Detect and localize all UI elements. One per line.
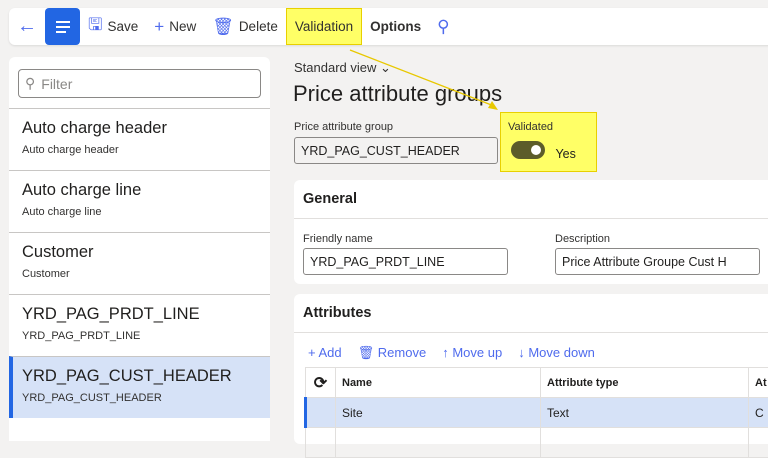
list-item-title: Customer [22,243,257,262]
list-item-selected[interactable]: YRD_PAG_CUST_HEADER YRD_PAG_CUST_HEADER [9,356,270,418]
list-item-title: YRD_PAG_PRDT_LINE [22,305,257,324]
remove-label: Remove [378,345,426,360]
save-icon: 🖫 [88,12,102,41]
list-item-title: YRD_PAG_CUST_HEADER [22,367,257,386]
move-down-button[interactable]: ↓ Move down [518,345,595,361]
cell-name[interactable]: Site [336,398,541,428]
menu-button[interactable] [45,8,80,45]
view-label: Standard view [294,60,376,75]
description-input[interactable]: Price Attribute Groupe Cust H [555,248,760,275]
list-item-title: Auto charge line [22,181,257,200]
attributes-section: Attributes + Add 🗑 Remove ↑ Move up ↓ Mo… [294,294,768,444]
add-button[interactable]: + Add [308,345,342,361]
cell-attribute-type[interactable]: Text [541,398,749,428]
list-panel: ⚲Filter Auto charge headerAuto charge he… [9,57,270,441]
search-icon: ⚲ [437,17,449,37]
new-button[interactable]: + New [146,8,204,45]
search-icon: ⚲ [25,75,35,92]
options-label: Options [370,19,421,34]
filter-input[interactable]: ⚲ Filter [18,69,261,98]
new-label: New [169,19,196,34]
search-button[interactable]: ⚲ [429,8,457,45]
column-header-attribute-type[interactable]: Attribute type [541,368,749,398]
row-selector[interactable] [306,398,336,428]
section-title[interactable]: General [294,180,768,219]
arrow-up-icon: ↑ [442,345,449,360]
refresh-icon[interactable]: ⟳ [306,368,336,398]
general-section: General Friendly name YRD_PAG_PRDT_LINE … [294,180,768,284]
move-up-label: Move up [452,345,502,360]
attributes-grid: ⟳ Name Attribute type At Site Text C [304,367,768,458]
back-button[interactable]: ← [9,8,45,45]
list-item-subtitle: YRD_PAG_CUST_HEADER [22,392,257,404]
view-selector[interactable]: Standard view ⌄ [294,60,391,76]
move-up-button[interactable]: ↑ Move up [442,345,502,361]
list-item-subtitle: Customer [22,268,257,280]
list-item-subtitle: Auto charge header [22,144,257,156]
list-item-subtitle: YRD_PAG_PRDT_LINE [22,330,257,342]
plus-icon: + [308,345,316,360]
field-label: Description [555,233,760,245]
plus-icon: + [154,17,164,37]
save-label: Save [107,19,138,34]
save-button[interactable]: 🖫 Save [80,8,146,45]
list-item[interactable]: Customer Customer [9,232,270,294]
page-title: Price attribute groups [293,81,502,107]
options-tab[interactable]: Options [362,8,429,45]
section-title[interactable]: Attributes [294,294,768,333]
table-header: ⟳ Name Attribute type At [306,368,768,398]
list-item-subtitle: Auto charge line [22,206,257,218]
toggle-value: Yes [555,147,575,161]
list-item[interactable]: Auto charge line Auto charge line [9,170,270,232]
friendly-name-input[interactable]: YRD_PAG_PRDT_LINE [303,248,508,275]
column-header-name[interactable]: Name [336,368,541,398]
list-item[interactable]: Auto charge header Auto charge header [9,108,270,170]
toolbar: ← 🖫Save +New 🗑Delete Validation Options … [9,8,768,45]
trash-icon: 🗑 [212,17,234,37]
cell-truncated[interactable]: C [749,398,768,428]
remove-button[interactable]: 🗑 Remove [358,345,427,361]
table-row[interactable]: Site Text C [306,398,768,428]
price-attribute-group-input[interactable]: YRD_PAG_CUST_HEADER [294,137,498,164]
move-down-label: Move down [528,345,594,360]
filter-placeholder: Filter [41,76,72,92]
price-attribute-group-field: Price attribute group YRD_PAG_CUST_HEADE… [294,121,498,164]
delete-label: Delete [239,19,278,34]
list-item-title: Auto charge header [22,119,257,138]
field-label: Friendly name [303,233,508,245]
delete-button[interactable]: 🗑 Delete [204,8,286,45]
chevron-down-icon: ⌄ [380,60,391,75]
field-label: Price attribute group [294,121,498,133]
column-header-truncated[interactable]: At [749,368,768,398]
arrow-down-icon: ↓ [518,345,525,360]
list-item[interactable]: YRD_PAG_PRDT_LINE YRD_PAG_PRDT_LINE [9,294,270,356]
validation-tab[interactable]: Validation [286,8,362,45]
validation-label: Validation [295,19,353,34]
validated-field: Validated Yes [500,112,597,172]
add-label: Add [319,345,342,360]
field-label: Validated [508,121,589,133]
table-row[interactable] [306,428,768,458]
validated-toggle[interactable] [511,141,545,159]
trash-icon: 🗑 [358,345,375,360]
